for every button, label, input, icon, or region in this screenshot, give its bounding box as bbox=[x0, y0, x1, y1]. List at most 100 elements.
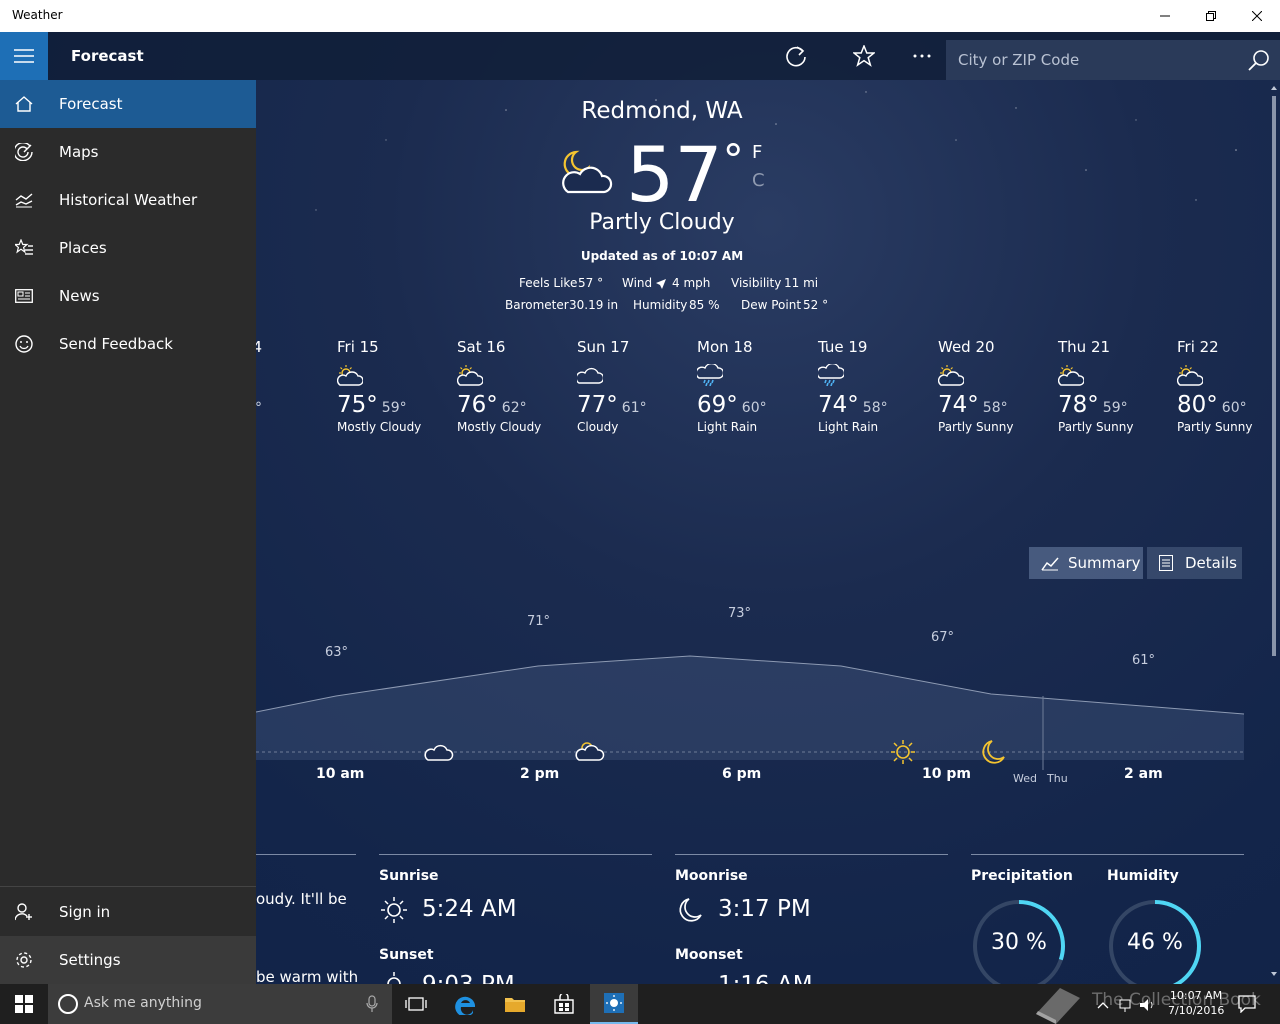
scroll-down-icon bbox=[1271, 972, 1277, 976]
weather-taskbar-button[interactable] bbox=[590, 984, 638, 1024]
store-icon bbox=[554, 994, 574, 1014]
store-button[interactable] bbox=[540, 984, 588, 1024]
forecast-day[interactable]: Tue 19 74° 58° Light Rain bbox=[816, 338, 938, 434]
unit-fahrenheit[interactable]: F bbox=[752, 142, 762, 163]
day-temps: 80° 60° bbox=[1177, 392, 1268, 418]
nav-item-news[interactable]: News bbox=[0, 272, 256, 320]
search-input[interactable] bbox=[946, 40, 1236, 80]
low-temp: 61° bbox=[621, 400, 647, 416]
details-tab[interactable]: Details bbox=[1147, 547, 1242, 579]
forecast-day[interactable]: Wed 20 74° 58° Partly Sunny bbox=[937, 338, 1058, 434]
sunrise-value: 5:24 AM bbox=[422, 896, 517, 922]
humidity-gauge-label: Humidity bbox=[1107, 868, 1179, 884]
action-center-icon[interactable] bbox=[1238, 995, 1256, 1013]
book-watermark-icon bbox=[1036, 988, 1080, 1024]
humidity-gauge-value: 46 % bbox=[1127, 930, 1183, 955]
chart-icon bbox=[14, 190, 34, 210]
day-temps: 69° 60° bbox=[697, 392, 817, 418]
location-name: Redmond, WA bbox=[581, 98, 743, 124]
feels-like-value: 57 ° bbox=[578, 276, 604, 290]
nav-item-maps[interactable]: Maps bbox=[0, 128, 256, 176]
moon-rule bbox=[675, 854, 948, 855]
low-temp: 59° bbox=[1102, 400, 1128, 416]
microphone-icon[interactable] bbox=[366, 995, 378, 1013]
day-condition: Mostly Cloudy bbox=[457, 420, 542, 434]
minimize-button[interactable] bbox=[1142, 0, 1188, 32]
close-icon bbox=[1252, 11, 1262, 21]
sun-cloud-icon bbox=[1057, 364, 1178, 388]
day-temps: 75° 59° bbox=[337, 392, 457, 418]
day-condition: Partly Sunny bbox=[1177, 420, 1253, 434]
dew-point-value: 52 ° bbox=[803, 298, 829, 312]
minimize-icon bbox=[1160, 15, 1170, 17]
nav-item-historical-weather[interactable]: Historical Weather bbox=[0, 176, 256, 224]
hourly-time-label: 2 am bbox=[1124, 766, 1163, 782]
forecast-day[interactable]: Mon 18 69° 60° Light Rain bbox=[695, 338, 817, 434]
nav-label-sign-in: Sign in bbox=[59, 903, 111, 921]
start-button[interactable] bbox=[0, 984, 48, 1024]
vertical-scrollbar[interactable] bbox=[1268, 80, 1280, 984]
feels-like-label: Feels Like bbox=[519, 276, 578, 290]
weather-app: Redmond, WA 57° F C Partly Cloudy Update… bbox=[0, 32, 1280, 984]
high-temp: 80° bbox=[1177, 392, 1218, 418]
nav-item-sign-in[interactable]: Sign in bbox=[0, 888, 256, 936]
nav-item-places[interactable]: Places bbox=[0, 224, 256, 272]
day-temps: 74° 58° bbox=[938, 392, 1058, 418]
file-explorer-button[interactable] bbox=[491, 984, 539, 1024]
forecast-day[interactable]: Thu 21 78° 59° Partly Sunny bbox=[1057, 338, 1178, 434]
edge-taskbar-button[interactable] bbox=[442, 984, 490, 1024]
hourly-time-label: 6 pm bbox=[722, 766, 762, 782]
sun-cloud-icon bbox=[1176, 364, 1268, 388]
folder-icon bbox=[505, 998, 525, 1012]
day-temps: 74° 58° bbox=[818, 392, 938, 418]
sun-cloud-icon bbox=[336, 364, 457, 388]
high-temp: 74° bbox=[938, 392, 979, 418]
more-button[interactable] bbox=[908, 42, 936, 70]
visibility-value: 11 mi bbox=[784, 276, 819, 290]
day-condition: Mostly Cloudy bbox=[337, 420, 422, 434]
humidity-label: Humidity bbox=[633, 298, 688, 312]
moonrise-label: Moonrise bbox=[675, 868, 748, 884]
cortana-search[interactable]: Ask me anything bbox=[48, 984, 392, 1024]
refresh-button[interactable] bbox=[782, 42, 810, 70]
title-bar: Weather bbox=[0, 0, 1280, 32]
hamburger-button[interactable] bbox=[0, 32, 48, 80]
forecast-day[interactable]: Sun 17 77° 61° Cloudy bbox=[575, 338, 697, 434]
scroll-up-icon bbox=[1271, 86, 1277, 90]
hourly-time-label: 2 pm bbox=[520, 766, 560, 782]
restore-icon bbox=[1206, 11, 1216, 21]
hourly-time-label: 10 pm bbox=[922, 766, 971, 782]
wind-label: Wind bbox=[622, 276, 653, 290]
task-view-icon bbox=[405, 997, 427, 1011]
close-button[interactable] bbox=[1234, 0, 1280, 32]
hourly-temp-label: 67° bbox=[931, 630, 955, 645]
smiley-icon bbox=[14, 334, 34, 354]
nav-item-settings[interactable]: Settings bbox=[0, 936, 256, 984]
sunset-label: Sunset bbox=[379, 947, 434, 963]
updated-time: Updated as of 10:07 AM bbox=[580, 249, 744, 263]
day-temps: 76° 62° bbox=[457, 392, 577, 418]
unit-celsius[interactable]: C bbox=[752, 170, 765, 191]
favorite-button[interactable] bbox=[850, 42, 878, 70]
restore-button[interactable] bbox=[1188, 0, 1234, 32]
task-view-button[interactable] bbox=[392, 984, 440, 1024]
forecast-day[interactable]: Fri 15 75° 59° Mostly Cloudy bbox=[336, 338, 457, 434]
day-condition: Light Rain bbox=[697, 420, 758, 434]
forecast-day[interactable]: Sat 16 76° 62° Mostly Cloudy bbox=[456, 338, 577, 434]
search-button[interactable] bbox=[1248, 49, 1270, 75]
hourly-temp-label: 73° bbox=[728, 606, 752, 621]
nav-item-send-feedback[interactable]: Send Feedback bbox=[0, 320, 256, 368]
high-temp: 77° bbox=[577, 392, 618, 418]
forecast-day[interactable]: 4 58° bbox=[256, 338, 262, 420]
current-condition: Partly Cloudy bbox=[589, 210, 735, 235]
nav-item-forecast[interactable]: Forecast bbox=[0, 80, 256, 128]
sun-cloud-icon bbox=[456, 364, 577, 388]
summary-tab[interactable]: Summary bbox=[1029, 547, 1143, 579]
forecast-day[interactable]: Fri 22 80° 60° Partly Sunny bbox=[1176, 338, 1268, 434]
system-tray[interactable] bbox=[1096, 997, 1166, 1013]
clock-time: 10:07 AM bbox=[1169, 989, 1223, 1002]
current-temperature: 57° bbox=[626, 130, 744, 219]
windows-logo-icon bbox=[15, 995, 33, 1013]
taskbar-clock[interactable]: 10:07 AM 7/10/2016 bbox=[1168, 988, 1224, 1018]
sun-cloud-icon bbox=[937, 364, 1058, 388]
